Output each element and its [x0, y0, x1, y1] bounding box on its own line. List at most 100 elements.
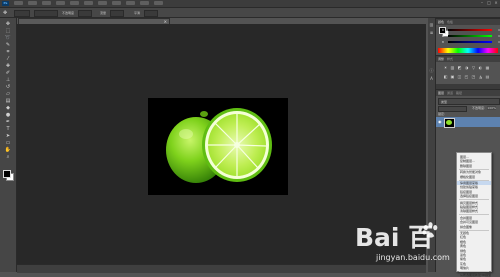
layers-panel-tabs: 图层 通道 路径: [436, 90, 500, 96]
brightness-contrast-icon[interactable]: ☀: [442, 65, 449, 70]
menu-window[interactable]: [140, 1, 149, 5]
visibility-eye-icon[interactable]: ◉: [438, 119, 442, 124]
menu-view[interactable]: [126, 1, 135, 5]
layer-opacity: 不透明度: 100%: [472, 106, 496, 110]
close-icon[interactable]: ×: [494, 1, 498, 5]
levels-icon[interactable]: ▥: [449, 65, 456, 70]
preset-field[interactable]: [14, 10, 30, 17]
blur-tool-icon[interactable]: ◆: [4, 106, 12, 111]
opacity-value[interactable]: 100%: [487, 106, 496, 110]
threshold-icon[interactable]: ▤: [484, 74, 491, 79]
layer-filter-kind: 类型: [441, 100, 448, 104]
type-tool-icon[interactable]: T: [4, 127, 12, 132]
menu-3d[interactable]: [112, 1, 121, 5]
history-brush-tool-icon[interactable]: ↺: [4, 85, 12, 90]
posterize-icon[interactable]: ◮: [477, 74, 484, 79]
opacity-field[interactable]: [78, 10, 92, 17]
flow-label: 流量: [100, 11, 107, 15]
eyedropper-tool-icon[interactable]: ⁄: [4, 57, 12, 62]
vibrance-icon[interactable]: ▽: [470, 65, 477, 70]
exposure-icon[interactable]: ◑: [463, 65, 470, 70]
brush-tool-icon[interactable]: ✐: [4, 71, 12, 76]
color-spectrum-ramp[interactable]: [438, 48, 498, 53]
color-lookup-icon[interactable]: ◰: [463, 74, 470, 79]
menu-filter[interactable]: [98, 1, 107, 5]
tab-color[interactable]: 颜色: [438, 20, 444, 24]
foreground-color-swatch[interactable]: [3, 170, 11, 178]
history-icon[interactable]: ▥: [429, 22, 434, 27]
menu-select[interactable]: [84, 1, 93, 5]
context-menu-item[interactable]: 选择链接图层: [460, 194, 478, 198]
curves-icon[interactable]: ◩: [456, 65, 463, 70]
tab-paths[interactable]: 路径: [456, 91, 462, 95]
smoothing-field[interactable]: [144, 10, 158, 17]
crop-tool-icon[interactable]: ⌗: [4, 50, 12, 55]
context-menu-item[interactable]: 转换为智能对象: [460, 170, 481, 174]
menu-file[interactable]: [14, 1, 23, 5]
context-menu-item[interactable]: 清除图层样式: [460, 209, 478, 213]
lock-row: 锁定:: [438, 112, 498, 116]
layer-thumbnail: [444, 118, 455, 128]
mode-select[interactable]: [34, 10, 58, 17]
context-menu-item[interactable]: 拷贝图层样式: [460, 201, 478, 205]
menu-help[interactable]: [154, 1, 163, 5]
tab-swatches[interactable]: 色板: [447, 20, 453, 24]
quick-select-tool-icon[interactable]: ✎: [4, 43, 12, 48]
opacity-label: 不透明度: [62, 11, 75, 15]
move-tool-icon[interactable]: ✥: [4, 22, 12, 27]
context-menu-item[interactable]: 创建剪贴蒙版: [460, 185, 478, 189]
hue-saturation-icon[interactable]: ◐: [477, 65, 484, 70]
path-select-tool-icon[interactable]: ➤: [4, 134, 12, 139]
layer-filter[interactable]: 类型: [438, 98, 500, 105]
menu-image[interactable]: [42, 1, 51, 5]
context-menu-item[interactable]: 从所选图层新建3D模型: [460, 273, 491, 277]
green-slider[interactable]: G 0: [442, 34, 500, 38]
marquee-tool-icon[interactable]: ⬚: [4, 29, 12, 34]
tab-adjustments[interactable]: 调整: [438, 57, 444, 61]
pen-tool-icon[interactable]: ✒: [4, 120, 12, 125]
zoom-tool-icon[interactable]: ⌕: [4, 155, 12, 160]
minimize-icon[interactable]: –: [480, 1, 484, 5]
maximize-icon[interactable]: □: [487, 1, 491, 5]
move-icon[interactable]: ✥: [3, 10, 7, 16]
eraser-tool-icon[interactable]: ▱: [4, 92, 12, 97]
healing-tool-icon[interactable]: ✚: [4, 64, 12, 69]
tab-styles[interactable]: 样式: [447, 57, 453, 61]
context-menu-item[interactable]: 删除图层: [460, 164, 472, 168]
channel-mixer-icon[interactable]: ◫: [456, 74, 463, 79]
red-slider[interactable]: R 0: [442, 28, 500, 32]
tab-layers[interactable]: 图层: [438, 91, 444, 95]
black-white-icon[interactable]: ◧: [442, 74, 449, 79]
menu-layer[interactable]: [56, 1, 65, 5]
flow-field[interactable]: [110, 10, 124, 17]
shape-tool-icon[interactable]: ▭: [4, 141, 12, 146]
menu-type[interactable]: [70, 1, 79, 5]
lock-label: 锁定:: [438, 112, 446, 116]
photoshop-logo-icon: Ps: [2, 1, 9, 6]
menu-items: [14, 1, 163, 5]
color-panel-tabs: 颜色 色板: [436, 19, 500, 25]
color-balance-icon[interactable]: ▦: [484, 65, 491, 70]
menu-edit[interactable]: [28, 1, 37, 5]
context-menu-item[interactable]: 复制图层...: [460, 159, 475, 163]
photo-filter-icon[interactable]: ▣: [449, 74, 456, 79]
window-controls: – □ ×: [480, 1, 498, 5]
properties-icon[interactable]: ≣: [429, 30, 434, 35]
layer-row-selected[interactable]: ◉: [436, 117, 500, 128]
image-canvas[interactable]: [148, 98, 288, 195]
context-menu-item[interactable]: 栅格化图层: [460, 175, 475, 179]
character-icon[interactable]: A: [429, 76, 434, 81]
baidu-watermark: Bai 百 jingyan.baidu.com: [355, 218, 475, 270]
tools-panel: ✥ ⬚ ➰ ✎ ⌗ ⁄ ✚ ✐ ⊥ ↺ ▱ ▤ ◆ ● ✒ T ➤ ▭ ✋ ⌕: [0, 18, 17, 272]
green-label: G: [442, 34, 445, 38]
dodge-tool-icon[interactable]: ●: [4, 113, 12, 118]
invert-icon[interactable]: ◳: [470, 74, 477, 79]
hand-tool-icon[interactable]: ✋: [4, 148, 12, 153]
blue-slider[interactable]: B 0: [442, 40, 500, 44]
info-icon[interactable]: ⓘ: [429, 68, 434, 73]
gradient-tool-icon[interactable]: ▤: [4, 99, 12, 104]
tab-channels[interactable]: 通道: [447, 91, 453, 95]
lasso-tool-icon[interactable]: ➰: [4, 36, 12, 41]
stamp-tool-icon[interactable]: ⊥: [4, 78, 12, 83]
color-panel: 颜色 色板 R 0 G 0 B 0: [436, 18, 500, 55]
